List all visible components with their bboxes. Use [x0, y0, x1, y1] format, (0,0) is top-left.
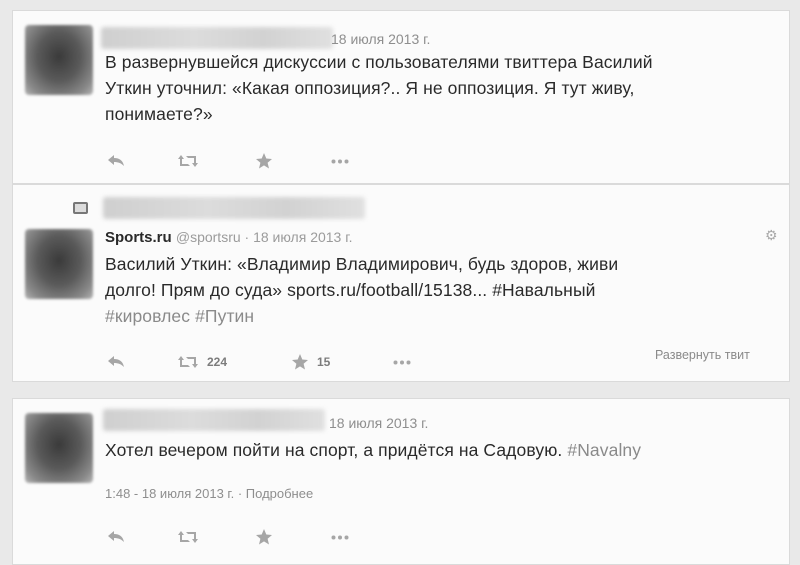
author-name-blurred[interactable] — [103, 409, 325, 431]
tweet-header: Sports.ru @sportsru · 18 июля 2013 г. — [105, 229, 353, 246]
retweet-button[interactable] — [177, 529, 199, 545]
tweet-date[interactable]: 18 июля 2013 г. — [329, 415, 428, 431]
author-name-blurred[interactable] — [101, 27, 333, 49]
favorite-count: 15 — [317, 355, 331, 369]
expand-tweet-link[interactable]: Развернуть твит — [655, 348, 750, 362]
more-icon — [331, 159, 349, 164]
retweet-icon — [178, 356, 198, 368]
favorite-button[interactable]: 15 — [291, 353, 330, 371]
favorite-button[interactable] — [255, 152, 273, 170]
meta-separator: · — [237, 486, 243, 501]
retweet-icon — [178, 531, 198, 543]
tweet-actions — [105, 151, 405, 175]
retweet-icon — [178, 155, 198, 167]
tweet-card[interactable]: 18 июля 2013 г. Хотел вечером пойти на с… — [12, 398, 790, 565]
more-icon — [331, 535, 349, 540]
tweet-text: Василий Уткин: «Владимир Владимирович, б… — [105, 254, 619, 326]
tweet-actions — [105, 527, 405, 551]
details-link[interactable]: Подробнее — [246, 486, 313, 501]
hashtag-link[interactable]: #Navalny — [567, 440, 641, 460]
reply-button[interactable] — [107, 153, 125, 167]
star-icon — [256, 529, 272, 545]
retweeter-name-blurred[interactable] — [103, 197, 365, 219]
tweet-actions: 224 15 — [105, 352, 425, 376]
favorite-button[interactable] — [255, 528, 273, 546]
more-button[interactable] — [331, 159, 349, 164]
tweet-card[interactable]: ⚙ Sports.ru @sportsru · 18 июля 2013 г. … — [12, 184, 790, 382]
reply-button[interactable] — [107, 529, 125, 543]
tweet-text: В развернувшейся дискуссии с пользовател… — [105, 52, 653, 124]
avatar[interactable] — [25, 413, 93, 483]
retweet-count: 224 — [207, 355, 228, 369]
reply-icon — [108, 356, 124, 367]
tweet-date[interactable]: 18 июля 2013 г. — [331, 31, 430, 47]
more-button[interactable] — [331, 535, 349, 540]
reply-icon — [108, 155, 124, 166]
tweet-meta: 1:48 - 18 июля 2013 г. · Подробнее — [105, 486, 313, 501]
reply-button[interactable] — [107, 354, 125, 368]
retweeted-badge-icon — [73, 202, 88, 214]
gear-icon[interactable]: ⚙ — [765, 227, 778, 244]
retweet-button[interactable]: 224 — [177, 354, 227, 370]
avatar[interactable] — [25, 229, 93, 299]
reply-icon — [108, 531, 124, 542]
tweet-card[interactable]: 18 июля 2013 г. В развернувшейся дискусс… — [12, 10, 790, 184]
author-handle[interactable]: @sportsru · 18 июля 2013 г. — [176, 229, 353, 245]
more-icon — [393, 360, 411, 365]
author-name[interactable]: Sports.ru — [105, 229, 172, 246]
tweet-text: Хотел вечером пойти на спорт, а придётся… — [105, 440, 642, 460]
retweet-button[interactable] — [177, 153, 199, 169]
star-icon — [256, 153, 272, 169]
tweet-timestamp[interactable]: 1:48 - 18 июля 2013 г. — [105, 486, 234, 501]
star-icon — [292, 354, 308, 370]
avatar[interactable] — [25, 25, 93, 95]
more-button[interactable] — [393, 360, 411, 365]
